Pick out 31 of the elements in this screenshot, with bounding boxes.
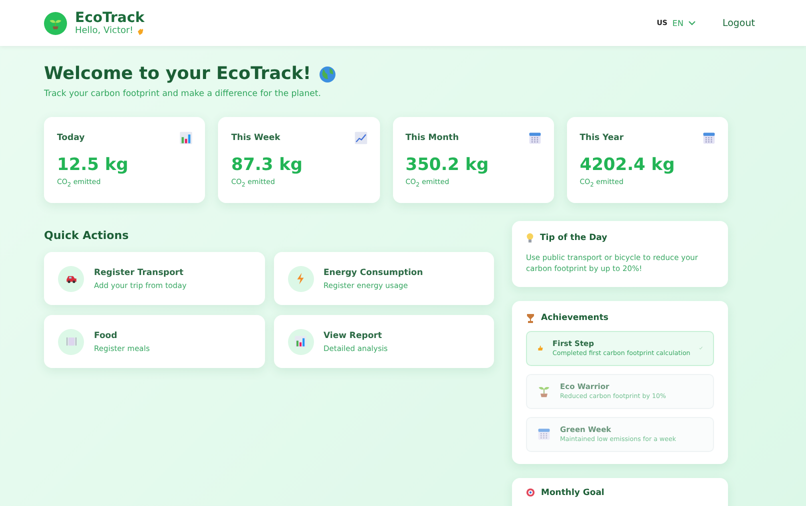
target-icon [526,488,535,497]
brand-name: EcoTrack [75,10,146,26]
calendar-icon [537,427,551,441]
sprout-icon [537,384,551,398]
stat-value: 87.3 kg [231,155,304,175]
sprout-logo-icon [44,12,67,34]
stat-value: 350.2 kg [406,155,490,175]
card-title: Tip of the Day [540,233,608,243]
welcome-subtitle: Track your carbon footprint and make a difference for the planet. [44,89,322,99]
line-chart-icon [354,131,368,145]
bar-chart-icon [294,335,307,348]
stat-label: Today [57,133,85,143]
logout-button[interactable]: Logout [722,18,755,28]
stat-label: This Week [231,133,280,143]
stat-label: This Year [580,133,624,143]
calendar-icon [702,131,716,145]
stat-value: 4202.4 kg [580,155,676,175]
bar-chart-icon [179,131,194,145]
section-title: Quick Actions [44,229,130,242]
greeting-text: Hello, Victor! [75,26,134,36]
stat-value: 12.5 kg [57,155,130,175]
light-bulb-icon [526,233,534,243]
stat-label: This Month [406,133,459,143]
plate-icon [64,335,78,348]
card-title: Achievements [541,312,608,322]
trophy-icon [526,312,535,322]
card-title: Monthly Goal [541,488,604,498]
globe-icon [319,66,336,82]
welcome-title: Welcome to your EcoTrack! [44,64,312,84]
calendar-icon [528,131,542,145]
chevron-down-icon [688,20,696,26]
